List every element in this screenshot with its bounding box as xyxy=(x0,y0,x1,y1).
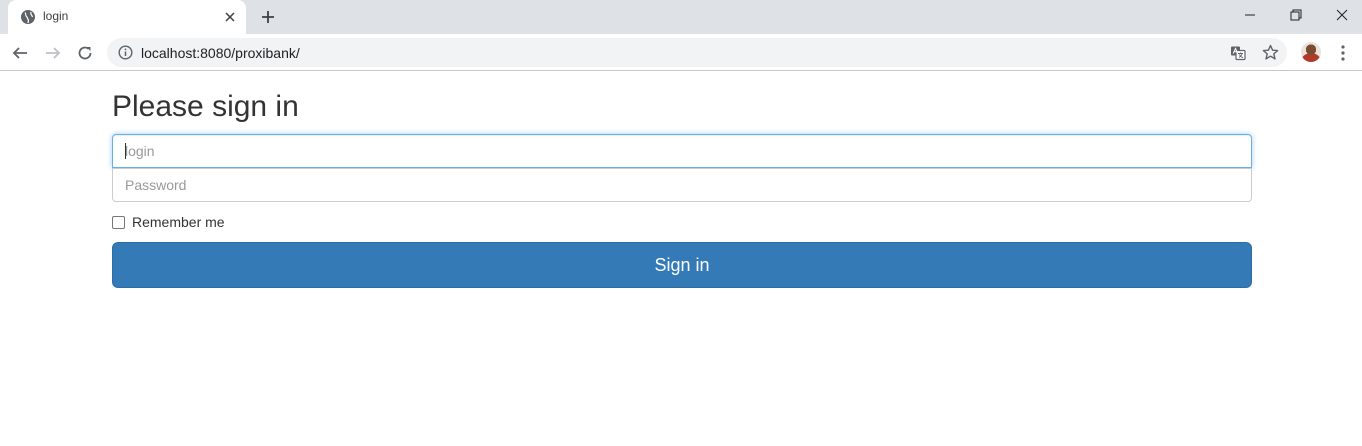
info-icon[interactable] xyxy=(118,45,133,60)
restore-icon xyxy=(1290,9,1302,21)
forward-button[interactable] xyxy=(43,43,63,63)
close-icon[interactable] xyxy=(223,10,237,24)
arrow-right-icon xyxy=(46,47,61,59)
minimize-icon xyxy=(1245,14,1255,16)
more-vertical-icon[interactable] xyxy=(1336,43,1350,63)
browser-toolbar: localhost:8080/proxibank/ xyxy=(0,34,1362,71)
reload-button[interactable] xyxy=(75,43,95,63)
password-input[interactable] xyxy=(112,168,1252,202)
back-button[interactable] xyxy=(10,43,30,63)
address-bar[interactable]: localhost:8080/proxibank/ xyxy=(107,38,1287,67)
minimize-button[interactable] xyxy=(1227,0,1273,30)
remember-checkbox[interactable] xyxy=(112,215,125,229)
globe-icon xyxy=(21,10,35,24)
plus-icon[interactable] xyxy=(260,9,276,25)
reload-icon xyxy=(78,46,92,60)
profile-avatar[interactable] xyxy=(1301,42,1321,62)
tab-strip: login xyxy=(0,0,1362,34)
close-icon xyxy=(1336,9,1348,21)
login-input[interactable] xyxy=(112,134,1252,168)
signin-button[interactable]: Sign in xyxy=(112,242,1252,288)
remember-label: Remember me xyxy=(132,214,225,230)
browser-tab[interactable]: login xyxy=(8,0,246,34)
url-text[interactable]: localhost:8080/proxibank/ xyxy=(141,45,300,61)
tab-title: login xyxy=(43,9,69,23)
text-cursor xyxy=(125,143,126,159)
restore-button[interactable] xyxy=(1273,0,1319,30)
translate-icon[interactable] xyxy=(1230,45,1246,61)
star-icon[interactable] xyxy=(1262,44,1279,61)
arrow-left-icon xyxy=(12,47,27,59)
remember-me[interactable]: Remember me xyxy=(112,214,225,230)
page-title: Please sign in xyxy=(112,90,299,123)
window-close-button[interactable] xyxy=(1319,0,1362,30)
